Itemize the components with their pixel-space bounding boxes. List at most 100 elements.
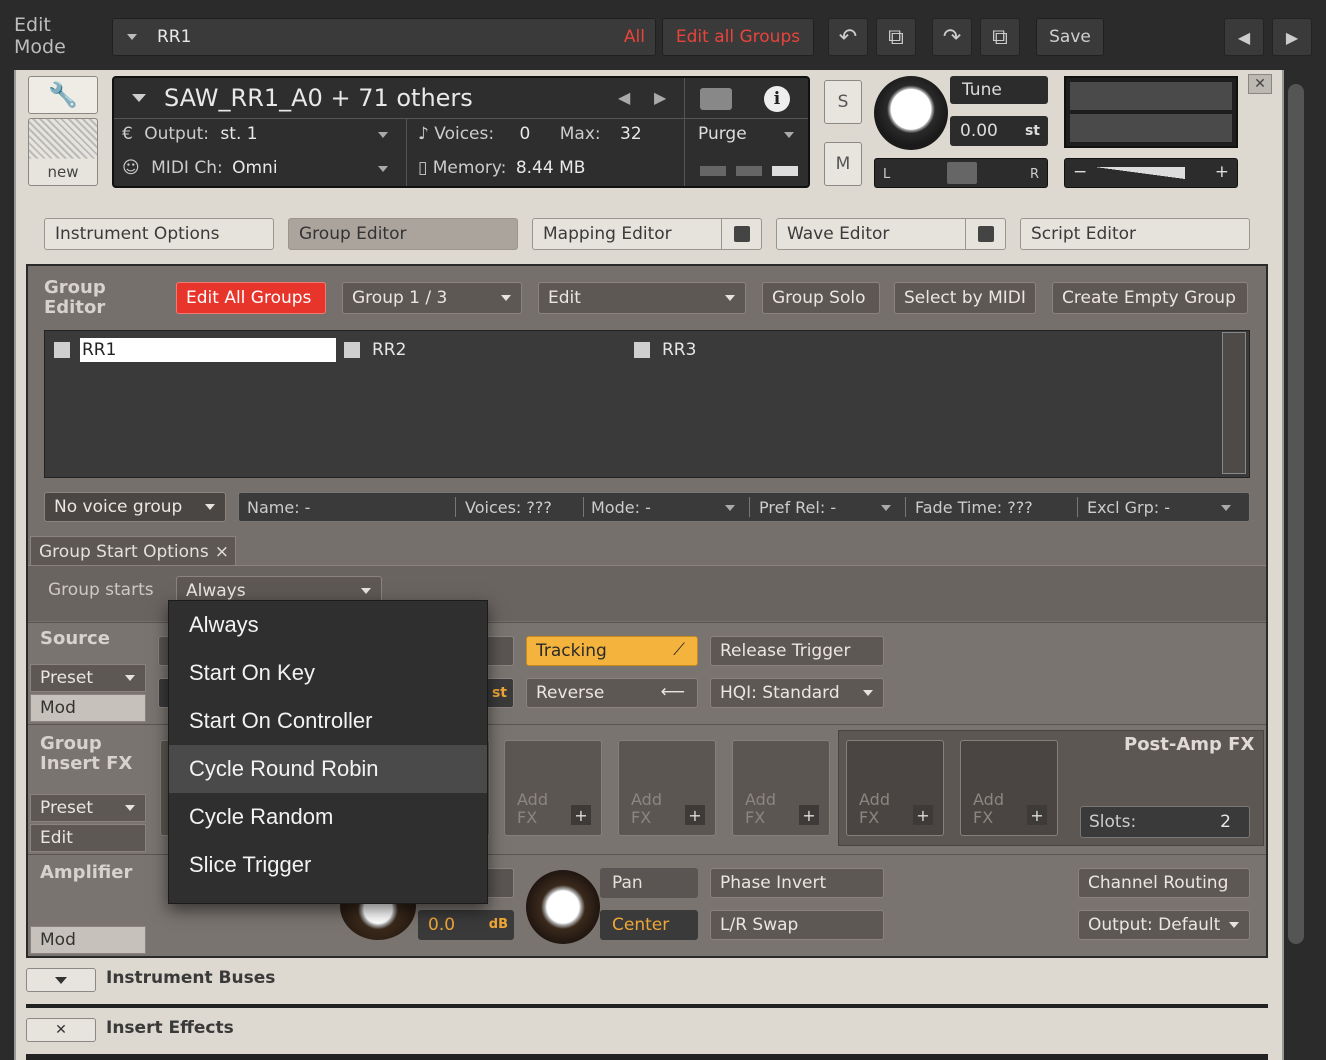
next-icon[interactable]: ▶	[1272, 18, 1312, 56]
save-button[interactable]: Save	[1036, 18, 1104, 56]
hqi-dropdown[interactable]: HQI: Standard	[710, 678, 884, 708]
channel-routing-button[interactable]: Channel Routing	[1078, 868, 1250, 898]
select-by-midi-button[interactable]: Select by MIDI	[894, 282, 1036, 314]
tune-value[interactable]: 0.00 st	[950, 116, 1048, 146]
chevron-down-icon	[1221, 505, 1231, 511]
popout-icon[interactable]	[721, 219, 761, 249]
group-select-dropdown[interactable]: Group 1 / 3	[342, 282, 522, 314]
plus-icon[interactable]: +	[799, 805, 819, 825]
output-dropdown[interactable]: Output: Default	[1078, 910, 1250, 940]
menu-item-slice-trigger[interactable]: Slice Trigger	[169, 841, 487, 889]
create-empty-group-button[interactable]: Create Empty Group	[1052, 282, 1248, 314]
fx-slot[interactable]: Add FX +	[504, 740, 602, 836]
pan-knob[interactable]	[526, 870, 600, 944]
pan-value[interactable]: Center	[600, 910, 698, 940]
edit-menu[interactable]: Edit	[538, 282, 746, 314]
volume-value[interactable]: 0.0 dB	[418, 910, 514, 940]
group-list-scrollbar[interactable]	[1222, 332, 1246, 474]
prev-icon[interactable]: ◀	[1224, 18, 1264, 56]
scrollbar[interactable]	[1288, 84, 1304, 944]
group-checkbox[interactable]	[634, 342, 650, 358]
fx-slot[interactable]: Add FX +	[732, 740, 830, 836]
excl-grp-dropdown[interactable]: Excl Grp: -	[1087, 498, 1170, 517]
tune-knob[interactable]	[874, 76, 948, 150]
close-icon[interactable]: ×	[215, 542, 229, 562]
reverse-toggle[interactable]: Reverse ⟵	[526, 678, 698, 708]
tracking-toggle[interactable]: Tracking ⟋	[526, 636, 698, 666]
release-trigger-toggle[interactable]: Release Trigger	[710, 636, 884, 666]
purge-menu[interactable]: Purge	[698, 124, 798, 144]
insert-fx-edit-tab[interactable]: Edit	[30, 824, 146, 852]
plus-icon[interactable]: +	[1027, 805, 1047, 825]
instrument-next-icon[interactable]: ▶	[654, 88, 666, 107]
new-icon[interactable]: new	[28, 118, 98, 186]
plus-icon[interactable]: +	[685, 805, 705, 825]
tab-script-editor[interactable]: Script Editor	[1020, 218, 1250, 250]
group-checkbox[interactable]	[54, 342, 70, 358]
menu-item-start-on-key[interactable]: Start On Key	[169, 649, 487, 697]
list-item[interactable]: RR3	[634, 338, 696, 362]
instrument-name[interactable]: SAW_RR1_A0 + 71 others	[164, 84, 473, 112]
output-selector[interactable]: € Output: st. 1	[122, 124, 394, 148]
tab-mapping-editor[interactable]: Mapping Editor	[532, 218, 762, 250]
solo-button[interactable]: S	[824, 80, 862, 124]
instrument-prev-icon[interactable]: ◀	[618, 88, 630, 107]
redo-history-icon[interactable]: ⧉	[980, 18, 1020, 56]
info-icon[interactable]: i	[764, 86, 790, 112]
group-checkbox[interactable]	[344, 342, 360, 358]
slots-field[interactable]: Slots: 2	[1080, 806, 1250, 838]
close-icon: ✕	[55, 1022, 67, 1038]
close-instrument-icon[interactable]: ✕	[1248, 74, 1272, 94]
list-item[interactable]: RR1	[54, 338, 336, 362]
popout-icon[interactable]	[965, 219, 1005, 249]
volume-fill	[1095, 167, 1185, 179]
menu-item-start-on-controller[interactable]: Start On Controller	[169, 697, 487, 745]
mode-dropdown[interactable]: Mode: -	[591, 498, 651, 517]
voice-group-dropdown[interactable]: No voice group	[44, 492, 226, 522]
edit-all-groups-toggle[interactable]: Edit all Groups	[662, 18, 814, 56]
pan-slider[interactable]: L R	[874, 158, 1048, 188]
phase-invert-toggle[interactable]: Phase Invert	[710, 868, 884, 898]
instrument-menu-icon[interactable]	[132, 94, 146, 102]
tab-group-editor[interactable]: Group Editor	[288, 218, 518, 250]
fx-slot[interactable]: Add FX +	[618, 740, 716, 836]
insert-fx-preset-dropdown[interactable]: Preset	[30, 794, 146, 822]
plus-icon[interactable]: +	[571, 805, 591, 825]
edit-all-groups-button[interactable]: Edit All Groups	[176, 282, 326, 314]
insert-effects-toggle[interactable]: ✕	[26, 1018, 96, 1042]
plus-icon[interactable]: +	[913, 805, 933, 825]
wrench-icon[interactable]: 🔧	[28, 76, 98, 114]
source-title: Source	[40, 628, 110, 649]
group-solo-button[interactable]: Group Solo	[762, 282, 880, 314]
midi-channel-selector[interactable]: ☺ MIDI Ch: Omni	[122, 158, 394, 182]
pan-label: Pan	[600, 868, 698, 898]
redo-icon[interactable]: ↷	[932, 18, 972, 56]
insert-effects-title: Insert Effects	[106, 1018, 234, 1038]
source-mod-tab[interactable]: Mod	[30, 694, 146, 722]
menu-item-cycle-round-robin[interactable]: Cycle Round Robin	[169, 745, 487, 793]
tab-instrument-options[interactable]: Instrument Options	[44, 218, 274, 250]
instrument-buses-toggle[interactable]	[26, 968, 96, 992]
tab-wave-editor[interactable]: Wave Editor	[776, 218, 1006, 250]
filter-all-toggle[interactable]: All	[624, 27, 645, 47]
purge-indicator	[700, 166, 798, 176]
undo-icon[interactable]: ↶	[828, 18, 868, 56]
camera-icon[interactable]	[700, 88, 732, 110]
mute-button[interactable]: M	[824, 142, 862, 186]
preset-selector[interactable]: RR1 All	[112, 18, 656, 56]
memory-icon: ▯	[418, 158, 428, 178]
pref-rel-dropdown[interactable]: Pref Rel: -	[759, 498, 836, 517]
list-item[interactable]: RR2	[344, 338, 406, 362]
fx-slot[interactable]: Add FX +	[960, 740, 1058, 836]
minus-icon: −	[1073, 162, 1088, 182]
amplifier-mod-tab[interactable]: Mod	[30, 926, 146, 954]
volume-slider[interactable]: − +	[1064, 158, 1238, 188]
menu-item-cycle-random[interactable]: Cycle Random	[169, 793, 487, 841]
source-preset-dropdown[interactable]: Preset	[30, 664, 146, 692]
tab-group-start-options[interactable]: Group Start Options ×	[30, 536, 236, 566]
fx-slot[interactable]: Add FX +	[846, 740, 944, 836]
menu-item-always[interactable]: Always	[169, 601, 487, 649]
lr-swap-toggle[interactable]: L/R Swap	[710, 910, 884, 940]
voice-group-settings: Name: - Voices: ??? Mode: - Pref Rel: - …	[238, 492, 1250, 522]
undo-history-icon[interactable]: ⧉	[876, 18, 916, 56]
